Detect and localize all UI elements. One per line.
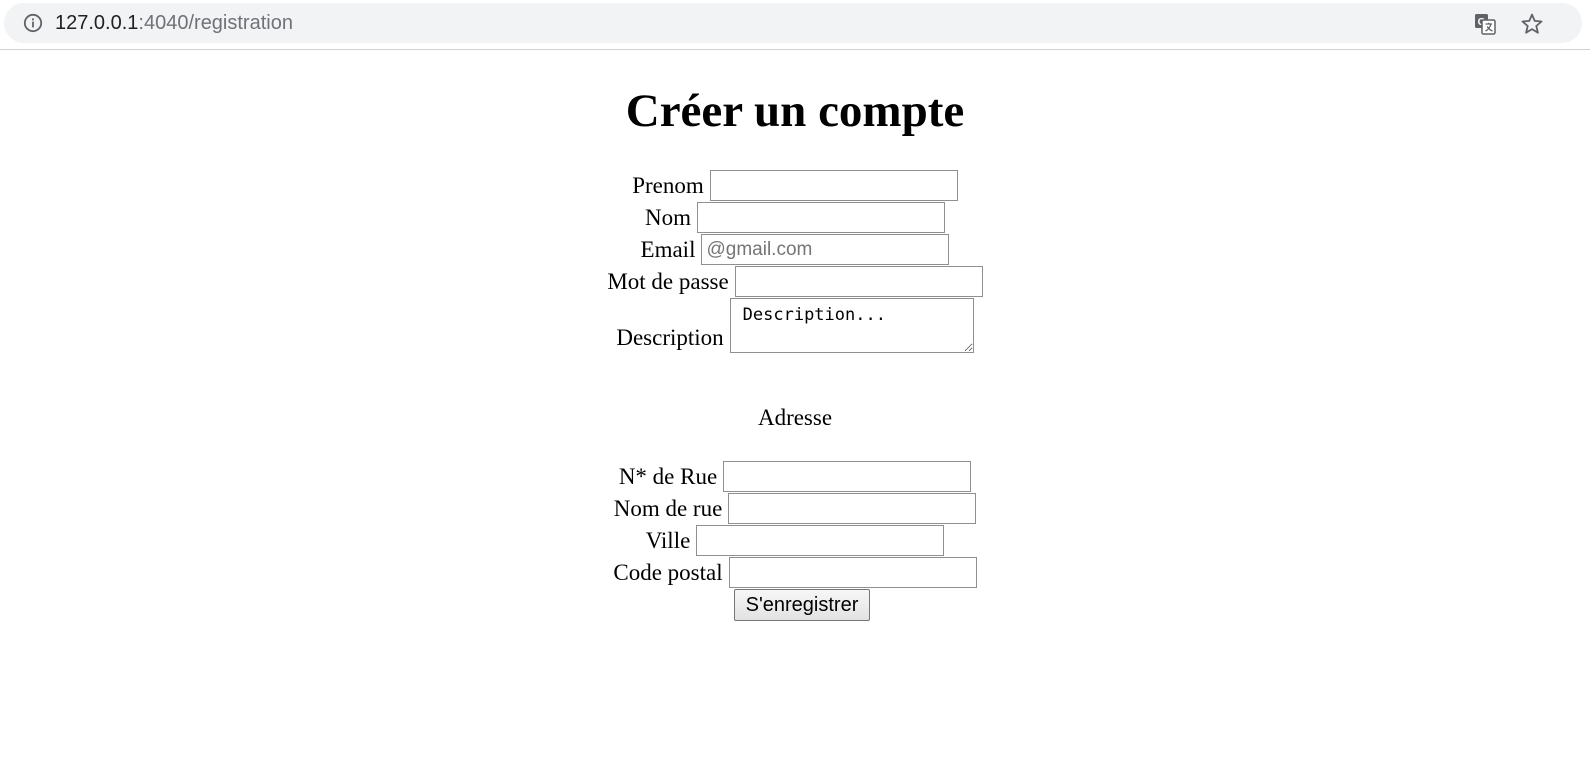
street-name-label: Nom de rue	[613, 496, 723, 521]
prenom-row: Prenom	[0, 170, 1590, 201]
page-title: Créer un compte	[625, 85, 965, 137]
url-text[interactable]: 127.0.0.1:4040/registration	[55, 11, 293, 35]
address-bar[interactable]: 127.0.0.1:4040/registration G	[4, 3, 1582, 43]
prenom-input[interactable]	[709, 170, 958, 201]
postal-code-row: Code postal	[0, 557, 1590, 588]
star-icon[interactable]	[1520, 12, 1544, 36]
browser-toolbar: 127.0.0.1:4040/registration G	[0, 0, 1590, 50]
description-label: Description	[616, 325, 724, 350]
street-name-input[interactable]	[728, 493, 977, 524]
street-number-row: N* de Rue	[0, 461, 1590, 492]
password-row: Mot de passe	[0, 266, 1590, 297]
street-number-label: N* de Rue	[618, 464, 718, 489]
city-row: Ville	[0, 525, 1590, 556]
address-section-label: Adresse	[757, 405, 833, 430]
translate-icon[interactable]: G	[1473, 12, 1497, 36]
url-path: :4040/registration	[138, 12, 293, 34]
info-icon[interactable]	[23, 13, 43, 33]
nom-label: Nom	[645, 205, 691, 230]
street-number-input[interactable]	[723, 461, 972, 492]
email-row: Email	[0, 234, 1590, 265]
email-input[interactable]	[701, 234, 950, 265]
description-textarea[interactable]	[729, 298, 974, 353]
url-host: 127.0.0.1	[55, 12, 139, 34]
postal-code-label: Code postal	[613, 560, 723, 585]
description-row: Description	[0, 298, 1590, 353]
nom-row: Nom	[0, 202, 1590, 233]
postal-code-input[interactable]	[728, 557, 977, 588]
street-name-row: Nom de rue	[0, 493, 1590, 524]
password-label: Mot de passe	[607, 269, 729, 294]
nom-input[interactable]	[697, 202, 945, 233]
email-label: Email	[640, 237, 696, 262]
city-input[interactable]	[696, 525, 945, 556]
prenom-label: Prenom	[632, 173, 704, 198]
city-label: Ville	[645, 528, 691, 553]
register-button[interactable]: S'enregistrer	[734, 589, 870, 621]
password-input[interactable]	[734, 266, 983, 297]
